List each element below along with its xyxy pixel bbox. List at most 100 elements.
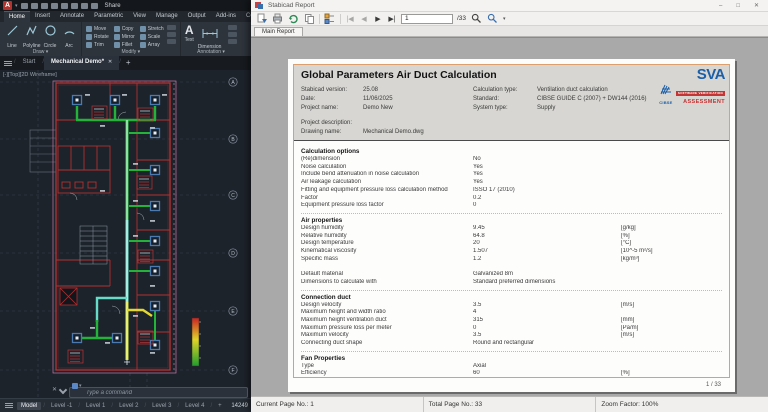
ribbon-tab-insert[interactable]: Insert [30,11,55,22]
first-page-button[interactable]: |◀ [345,15,355,23]
ribbon-tab-add-ins[interactable]: Add-ins [211,11,241,22]
annotation-panel-label[interactable]: Annotation ▾ [181,49,242,55]
redo-icon[interactable] [81,3,88,9]
search-button[interactable] [470,13,482,25]
grid-bubble-label: D [231,251,235,257]
array-tool-button[interactable]: Array [140,41,164,49]
report-titlebar[interactable]: Stabicad Report – □ ✕ [251,0,768,12]
stretch-tool-button[interactable]: Stretch [140,25,164,33]
parameter-unit [621,171,722,179]
app-logo-icon[interactable]: A [3,1,12,10]
command-caret-icon[interactable]: ▾ [79,383,82,389]
undo-icon[interactable] [71,3,78,9]
close-button[interactable]: ✕ [749,2,764,9]
layout-tab-level-3[interactable]: Level 3 [148,402,175,410]
new-file-icon[interactable] [21,3,28,9]
zoom-button[interactable] [486,13,498,25]
table-icon[interactable] [228,32,237,37]
rotate-tool-button[interactable]: Rotate [86,33,109,41]
save-as-icon[interactable] [51,3,58,9]
save-icon[interactable] [41,3,48,9]
ribbon-tab-parametric[interactable]: Parametric [89,11,128,22]
diffuser-symbol [73,334,82,343]
text-tool-button[interactable]: A Text [185,24,194,50]
app-menu-caret-icon[interactable]: ▾ [15,3,18,9]
header-field-value: 11/06/2025 [363,95,473,104]
command-input[interactable] [69,387,248,398]
print-button[interactable] [271,13,283,25]
previous-page-button[interactable]: ◀ [359,15,369,23]
leader-icon[interactable] [228,25,237,30]
parameter-value: Standard preferred dimensions [473,279,621,287]
copy-button[interactable] [303,13,315,25]
tab-main-report[interactable]: Main Report [254,27,303,36]
parameter-row: Equipment pressure loss factor0 [301,202,722,210]
close-drawing-tab-icon[interactable]: ✕ [108,59,112,65]
move-tool-button[interactable]: Move [86,25,109,33]
mirror-tool-button[interactable]: Mirror [114,33,135,41]
zoom-caret-icon[interactable]: ▾ [503,16,506,22]
section-heading: Air properties [301,216,722,225]
new-layout-button[interactable]: + [214,402,226,410]
command-customize-icon[interactable] [59,385,67,393]
copy-tool-button[interactable]: Copy [114,25,135,33]
dimension-tick-label [133,235,138,237]
new-drawing-tab-button[interactable]: + [121,56,136,70]
export-button[interactable] [255,13,267,25]
circle-tool-button[interactable]: Circle [42,24,58,49]
toolbar-separator [319,14,320,24]
layout-tab-level-1[interactable]: Level -1 [47,402,76,410]
polyline-tool-button[interactable]: Polyline [23,24,39,49]
erase-icon[interactable] [167,25,176,30]
file-tab-menu-icon[interactable] [2,56,14,70]
ribbon-tab-view[interactable]: View [128,11,151,22]
page-total-label: /33 [457,15,466,22]
parameter-label: (Re)dimension [301,156,473,164]
refresh-button[interactable] [287,13,299,25]
layout-tab-level-2[interactable]: Level 2 [115,402,142,410]
page-number-input[interactable] [401,14,453,24]
copy-icon [114,26,120,32]
share-button[interactable]: Share [105,3,121,9]
maximize-button[interactable]: □ [731,3,745,9]
dimension-tool-button[interactable]: Dimension [198,24,222,50]
layout-tab-level-4[interactable]: Level 4 [181,402,208,410]
report-viewer[interactable]: Global Parameters Air Duct Calculation S… [251,37,768,396]
modify-panel-label[interactable]: Modify ▾ [82,49,180,55]
command-close-icon[interactable]: ✕ [52,386,57,393]
draw-panel-label[interactable]: Draw ▾ [0,49,81,55]
minimize-button[interactable]: – [714,3,727,9]
trim-tool-button[interactable]: Trim [86,41,109,49]
drawing-tab-start[interactable]: Start [16,56,43,70]
toggle-group-tree-button[interactable] [324,13,336,25]
ribbon-tab-annotate[interactable]: Annotate [55,11,89,22]
open-file-icon[interactable] [31,3,38,9]
parameter-row: Noise calculationYes [301,164,722,172]
ribbon-tab-manage[interactable]: Manage [151,11,183,22]
plot-icon[interactable] [61,3,68,9]
layout-tab-level-1[interactable]: Level 1 [82,402,109,410]
drawing-canvas[interactable]: [-][Top][2D Wireframe] [0,70,251,398]
parameter-row: Design humidity9.45[g/kg] [301,225,722,233]
line-tool-button[interactable]: Line [4,24,20,49]
linear-dim-icon[interactable] [228,39,237,44]
ribbon-tab-home[interactable]: Home [4,11,30,22]
share-arrow-icon[interactable] [91,3,98,9]
last-page-button[interactable]: ▶| [387,15,397,23]
section-calculation-options: Calculation options(Re)dimensionNoNoise … [301,145,722,210]
drawing-tab-mechanical-demo[interactable]: Mechanical Demo*✕ [44,56,119,70]
scale-tool-button[interactable]: Scale [140,33,164,41]
next-page-button[interactable]: ▶ [373,15,383,23]
viewport-controls[interactable]: [-][Top][2D Wireframe] [3,72,57,78]
explode-icon[interactable] [167,32,176,37]
arc-tool-button[interactable]: Arc [61,24,77,49]
parameter-unit: [g/kg] [621,225,722,233]
offset-icon[interactable] [167,39,176,44]
layout-tab-model[interactable]: Model [17,402,41,410]
layout-menu-icon[interactable] [3,403,15,408]
header-field-row: Stabicad version:25.08 [301,86,473,95]
fillet-tool-button[interactable]: Fillet [114,41,135,49]
ribbon-tab-output[interactable]: Output [183,11,211,22]
parameter-value: ISSO 17 (2010) [473,187,621,195]
sva-assessment-label: ASSESSMENT [676,99,725,105]
